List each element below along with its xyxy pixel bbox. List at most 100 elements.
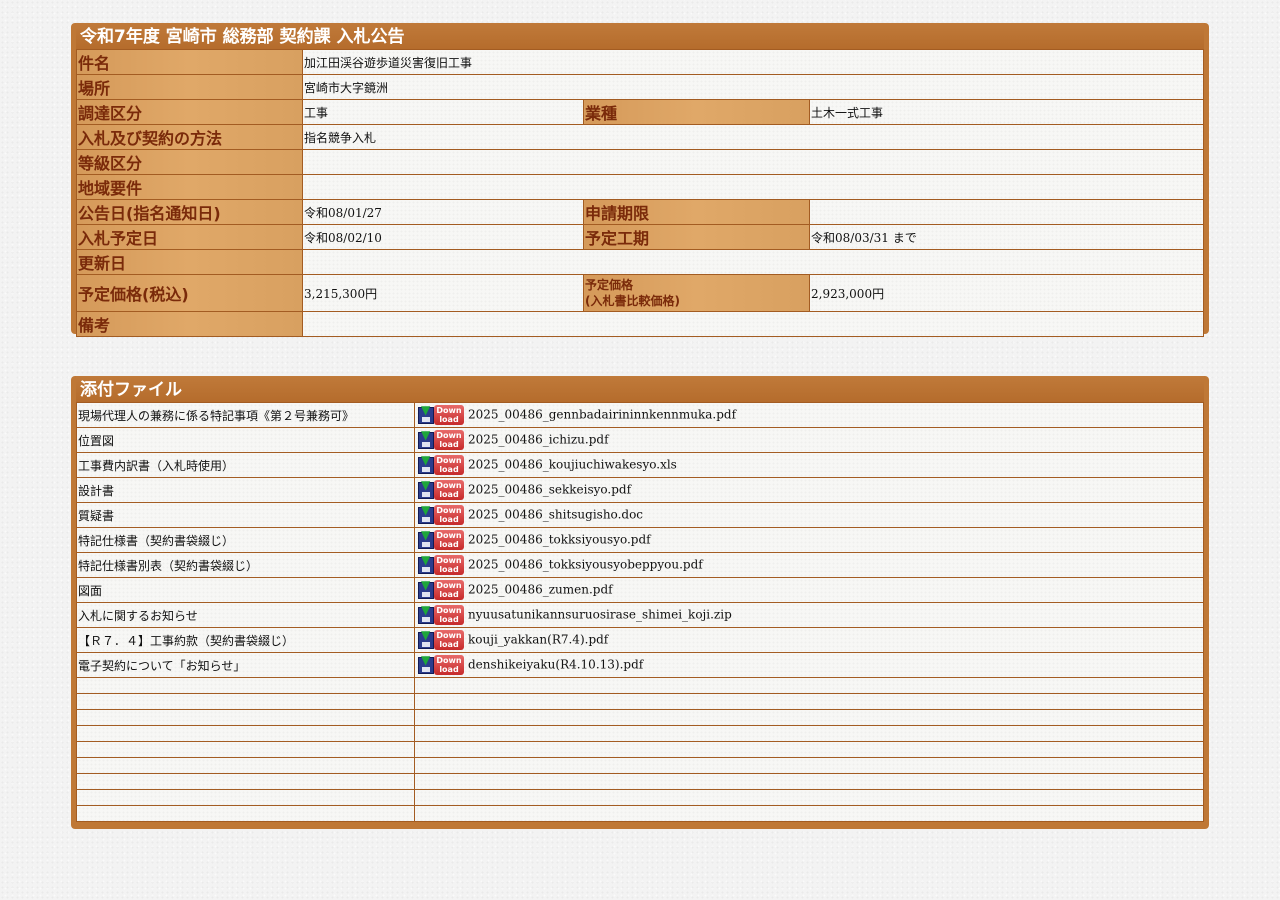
attachment-description: 特記仕様書（契約書袋綴じ） [76,527,415,553]
comparison-price-label: 予定価格 (入札書比較価格) [583,274,810,312]
download-badge: Down load [434,430,464,450]
empty-cell [414,741,1204,758]
location-value: 宮崎市大字鏡洲 [302,74,1204,100]
bid-notice-panel: 令和7年度 宮崎市 総務部 契約課 入札公告 件名 加江田渓谷遊歩道災害復旧工事… [71,23,1209,337]
bid-notice-table: 件名 加江田渓谷遊歩道災害復旧工事 場所 宮崎市大字鏡洲 調達区分 工事 業種 … [76,49,1204,337]
remarks-label: 備考 [76,311,303,337]
download-arrow-icon: ▼ [421,653,431,667]
row-remarks: 備考 [76,311,1204,337]
empty-cell [414,693,1204,710]
attachments-table: 現場代理人の兼務に係る特記事項《第２号兼務可》 ▼ Down load 2025_004… [76,402,1204,822]
bid-date-value: 令和08/02/10 [302,224,584,250]
empty-cell [414,725,1204,742]
row-method: 入札及び契約の方法 指名競争入札 [76,124,1204,150]
download-icon[interactable]: ▼ Down load [418,504,464,525]
attachment-file-cell: ▼ Down load 2025_00486_tokksiyousyo.pdf [414,527,1204,553]
download-badge-bottom: load [439,465,459,474]
empty-cell [76,757,415,774]
download-icon[interactable]: ▼ Down load [418,629,464,650]
attachment-row: 工事費内訳書（入札時使用） ▼ Down load 2025_00486_koujiuc… [76,452,1204,478]
attachment-row: 特記仕様書（契約書袋綴じ） ▼ Down load 2025_00486_tokksiy… [76,527,1204,553]
comparison-price-label-line2: (入札書比較価格) [585,294,680,308]
location-label: 場所 [76,74,303,100]
download-badge: Down load [434,455,464,475]
download-badge-top: Down [436,506,462,515]
empty-cell [414,757,1204,774]
attachment-filename[interactable]: 2025_00486_tokksiyousyo.pdf [468,533,651,547]
download-icon[interactable]: ▼ Down load [418,403,464,425]
attachment-filename[interactable]: denshikeiyaku(R4.10.13).pdf [468,658,643,672]
download-badge-bottom: load [439,490,459,499]
bid-notice-title: 令和7年度 宮崎市 総務部 契約課 入札公告 [76,23,1204,49]
empty-cell [76,709,415,726]
row-price: 予定価格(税込) 3,215,300円 予定価格 (入札書比較価格) 2,923,… [76,274,1204,312]
updated-label: 更新日 [76,249,303,275]
attachment-file-cell: ▼ Down load 2025_00486_gennbadairininnkennm… [414,402,1204,428]
download-icon[interactable]: ▼ Down load [418,429,464,450]
attachment-empty-row [76,741,1204,758]
download-badge-top: Down [436,606,462,615]
attachment-description: 質疑書 [76,502,415,528]
attachment-file-cell: ▼ Down load nyuusatunikannsuruosirase_shime… [414,602,1204,628]
attachment-filename[interactable]: 2025_00486_zumen.pdf [468,583,613,597]
attachment-filename[interactable]: 2025_00486_gennbadairininnkennmuka.pdf [468,408,736,422]
download-badge-bottom: load [439,415,459,424]
grade-value [302,149,1204,175]
attachment-filename[interactable]: 2025_00486_tokksiyousyobeppyou.pdf [468,558,703,572]
grade-label: 等級区分 [76,149,303,175]
application-deadline-label: 申請期限 [583,199,810,225]
row-bid-date: 入札予定日 令和08/02/10 予定工期 令和08/03/31 まで [76,224,1204,250]
attachment-row: 【Ｒ７．４】工事約款（契約書袋綴じ） ▼ Down load kouji_yakkan(… [76,627,1204,653]
attachment-description: 【Ｒ７．４】工事約款（契約書袋綴じ） [76,627,415,653]
attachments-panel: 添付ファイル 現場代理人の兼務に係る特記事項《第２号兼務可》 ▼ Down load 2… [71,376,1209,829]
download-icon[interactable]: ▼ Down load [418,554,464,575]
download-badge: Down load [434,580,464,600]
row-procurement: 調達区分 工事 業種 土木一式工事 [76,99,1204,125]
download-icon[interactable]: ▼ Down load [418,579,464,600]
download-badge-top: Down [436,656,462,665]
download-arrow-icon: ▼ [421,478,431,492]
attachment-description: 位置図 [76,427,415,453]
attachment-filename[interactable]: 2025_00486_sekkeisyo.pdf [468,483,631,497]
empty-cell [414,709,1204,726]
attachment-description: 入札に関するお知らせ [76,602,415,628]
attachment-filename[interactable]: 2025_00486_shitsugisho.doc [468,508,643,522]
empty-cell [414,789,1204,806]
attachment-filename[interactable]: nyuusatunikannsuruosirase_shimei_koji.zi… [468,608,732,622]
attachment-row: 現場代理人の兼務に係る特記事項《第２号兼務可》 ▼ Down load 2025_004… [76,402,1204,428]
download-arrow-icon: ▼ [421,403,431,417]
download-badge: Down load [434,530,464,550]
remarks-value [302,311,1204,337]
attachment-filename[interactable]: kouji_yakkan(R7.4).pdf [468,633,608,647]
download-badge-bottom: load [439,665,459,674]
download-icon[interactable]: ▼ Down load [418,529,464,550]
download-badge-bottom: load [439,590,459,599]
price-value: 3,215,300円 [302,274,584,312]
subject-label: 件名 [76,49,303,75]
empty-cell [414,773,1204,790]
price-label: 予定価格(税込) [76,274,303,312]
attachment-filename[interactable]: 2025_00486_ichizu.pdf [468,433,609,447]
attachment-filename[interactable]: 2025_00486_koujiuchiwakesyo.xls [468,458,677,472]
procurement-label: 調達区分 [76,99,303,125]
download-badge-top: Down [436,406,462,415]
attachment-file-cell: ▼ Down load 2025_00486_shitsugisho.doc [414,502,1204,528]
download-badge-top: Down [436,431,462,440]
download-badge-bottom: load [439,440,459,449]
download-icon[interactable]: ▼ Down load [418,604,464,625]
region-value [302,174,1204,200]
download-arrow-icon: ▼ [421,453,431,467]
row-subject: 件名 加江田渓谷遊歩道災害復旧工事 [76,49,1204,75]
download-badge: Down load [434,630,464,650]
attachment-file-cell: ▼ Down load 2025_00486_zumen.pdf [414,577,1204,603]
download-icon[interactable]: ▼ Down load [418,653,464,675]
attachment-empty-row [76,677,1204,694]
attachments-title: 添付ファイル [76,376,1204,402]
download-icon[interactable]: ▼ Down load [418,478,464,500]
empty-cell [414,677,1204,694]
download-badge-bottom: load [439,640,459,649]
download-badge: Down load [434,555,464,575]
attachment-file-cell: ▼ Down load 2025_00486_ichizu.pdf [414,427,1204,453]
download-badge-top: Down [436,481,462,490]
download-icon[interactable]: ▼ Down load [418,453,464,475]
